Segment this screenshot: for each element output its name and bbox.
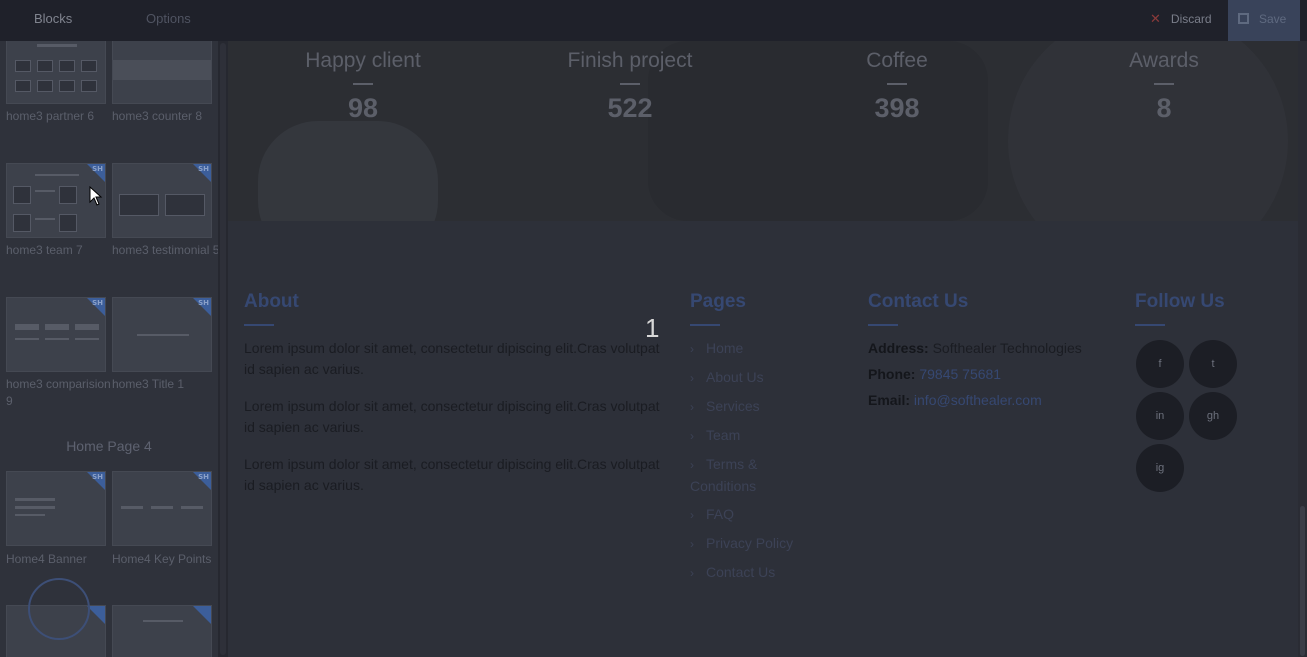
about-paragraph: Lorem ipsum dolor sit amet, consectetur … <box>244 456 660 493</box>
phone-link[interactable]: 79845 75681 <box>919 366 1001 382</box>
sidebar-scrollbar[interactable] <box>218 41 228 657</box>
counter-label: Finish project <box>567 49 693 72</box>
contact-address: Address: Softhealer Technologies <box>868 340 1082 356</box>
chevron-right-icon: › <box>690 566 694 580</box>
sh-badge: SH <box>198 165 209 173</box>
follow-heading: Follow Us <box>1135 291 1225 312</box>
counter-value: 398 <box>874 93 920 123</box>
footer-section: About Lorem ipsum dolor sit amet, consec… <box>228 221 1298 657</box>
discard-button[interactable]: ✕ Discard <box>1150 11 1212 27</box>
block-label: Home4 Key Points <box>112 552 212 566</box>
block-label: Home4 Banner <box>6 552 87 566</box>
chevron-right-icon: › <box>690 429 694 443</box>
block-thumb-next[interactable] <box>112 605 212 657</box>
counter-happy-client: Happy client 98 <box>263 49 463 124</box>
block-label: home3 team 7 <box>6 243 83 257</box>
sh-badge: SH <box>92 473 103 481</box>
tab-blocks[interactable]: Blocks <box>34 11 72 26</box>
footer-link-terms[interactable]: › Terms & Conditions <box>690 454 800 497</box>
floppy-icon <box>1238 13 1249 24</box>
block-thumb-home4-banner[interactable]: SH <box>6 471 106 546</box>
facebook-icon[interactable]: f <box>1136 340 1184 388</box>
section-title: Home Page 4 <box>66 438 152 454</box>
counter-value: 8 <box>1156 93 1172 123</box>
block-thumb-home3-comparision[interactable]: SH <box>6 297 106 372</box>
contact-email: Email: info@softhealer.com <box>868 392 1042 408</box>
sh-badge: SH <box>92 165 103 173</box>
chevron-right-icon: › <box>690 400 694 414</box>
counter-label: Coffee <box>866 49 928 72</box>
about-heading: About <box>244 291 299 312</box>
contact-phone: Phone: 79845 75681 <box>868 366 1002 382</box>
block-label: home3 partner 6 <box>6 109 95 123</box>
footer-link-faq[interactable]: › FAQ <box>690 504 840 526</box>
block-label: home3 comparision 9 <box>6 377 111 408</box>
counter-label: Happy client <box>305 49 421 72</box>
discard-label: Discard <box>1170 12 1212 26</box>
footer-link-contact[interactable]: › Contact Us <box>690 562 840 584</box>
overlay-number: 1 <box>645 313 660 343</box>
email-link[interactable]: info@softhealer.com <box>914 392 1042 408</box>
counter-value: 98 <box>347 93 379 123</box>
chevron-right-icon: › <box>690 342 694 356</box>
top-bar: Blocks Options ✕ Discard Save <box>0 0 1307 41</box>
canvas-scrollbar[interactable] <box>1298 41 1307 657</box>
counter-label: Awards <box>1129 49 1199 72</box>
footer-link-about[interactable]: › About Us <box>690 367 840 389</box>
save-button[interactable]: Save <box>1228 0 1300 41</box>
instagram-icon[interactable]: ig <box>1136 444 1184 492</box>
sh-badge: SH <box>92 299 103 307</box>
footer-link-team[interactable]: › Team <box>690 425 840 447</box>
footer-link-home[interactable]: › Home <box>690 338 840 360</box>
block-thumb-home3-partner[interactable] <box>6 41 106 104</box>
counter-value: 522 <box>607 93 653 123</box>
blocks-sidebar: home3 partner 6 home3 counter 8 SH home3… <box>0 41 218 657</box>
chevron-right-icon: › <box>690 371 694 385</box>
counter-finish-project: Finish project 522 <box>530 49 730 124</box>
contact-heading: Contact Us <box>868 291 969 312</box>
hero-counter-section: Happy client 98 Finish project 522 Coffe… <box>228 41 1298 221</box>
github-icon[interactable]: gh <box>1189 392 1237 440</box>
counter-coffee: Coffee 398 <box>797 49 997 124</box>
chevron-right-icon: › <box>690 508 694 522</box>
about-paragraph: Lorem ipsum dolor sit amet, consectetur … <box>244 398 660 435</box>
counter-awards: Awards 8 <box>1064 49 1264 124</box>
linkedin-icon[interactable]: in <box>1136 392 1184 440</box>
footer-link-services[interactable]: › Services <box>690 396 840 418</box>
block-thumb-home3-title[interactable]: SH <box>112 297 212 372</box>
footer-link-privacy[interactable]: › Privacy Policy <box>690 533 840 555</box>
block-thumb-home4-key-points[interactable]: SH <box>112 471 212 546</box>
pages-heading: Pages <box>690 291 746 312</box>
block-label: home3 Title 1 <box>112 377 185 391</box>
chevron-right-icon: › <box>690 458 694 472</box>
block-label: home3 testimonial 5 <box>112 243 218 257</box>
chevron-right-icon: › <box>690 537 694 551</box>
close-icon: ✕ <box>1150 11 1161 26</box>
tab-options[interactable]: Options <box>146 11 191 26</box>
block-thumb-home3-testimonial[interactable]: SH <box>112 163 212 238</box>
click-indicator <box>28 578 90 640</box>
twitter-icon[interactable]: t <box>1189 340 1237 388</box>
block-label: home3 counter 8 <box>112 109 203 123</box>
sh-badge: SH <box>198 299 209 307</box>
about-paragraph: Lorem ipsum dolor sit amet, consectetur … <box>244 340 660 377</box>
save-label: Save <box>1259 12 1287 26</box>
block-thumb-home3-counter[interactable] <box>112 41 212 104</box>
sh-badge: SH <box>198 473 209 481</box>
